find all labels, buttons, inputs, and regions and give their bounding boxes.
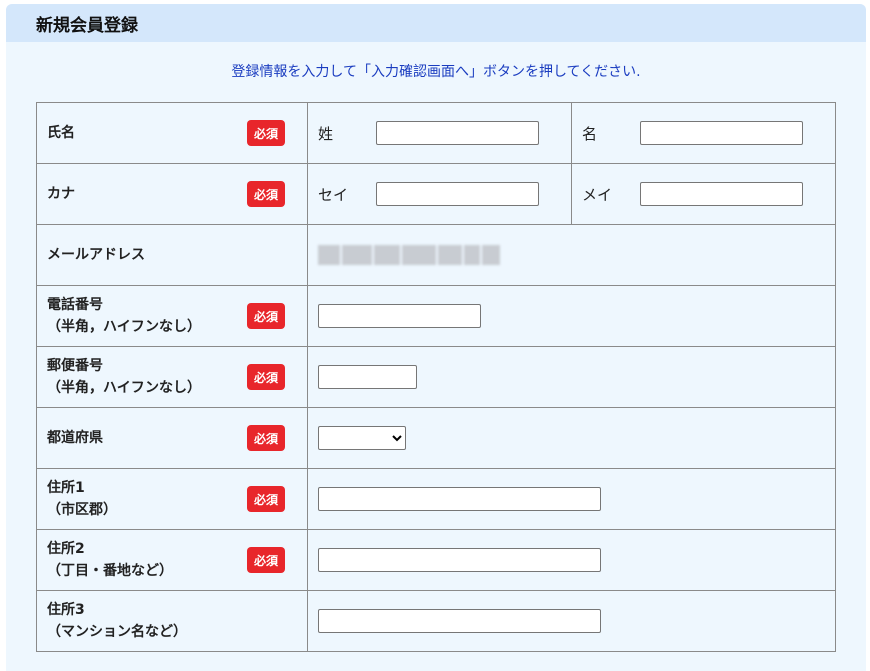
last-name-kana-input[interactable] — [376, 182, 539, 206]
required-badge: 必須 — [247, 364, 285, 390]
phone-input[interactable] — [318, 304, 481, 328]
page-title: 新規会員登録 — [6, 4, 866, 42]
registration-form: 氏名 必須 姓 名 カナ 必須 セイ メイ メールアドレス 電話番号 （半角，ハ… — [36, 102, 836, 652]
required-badge: 必須 — [247, 425, 285, 451]
first-name-input[interactable] — [640, 121, 803, 145]
first-name-kana-label: メイ — [582, 185, 613, 204]
instruction-text: 登録情報を入力して「入力確認画面へ」ボタンを押してください. — [231, 64, 641, 80]
address2-input[interactable] — [318, 548, 601, 572]
form-row-email: メールアドレス — [36, 224, 836, 286]
first-name-kana-input[interactable] — [640, 182, 803, 206]
required-badge: 必須 — [247, 547, 285, 573]
address1-input[interactable] — [318, 487, 601, 511]
email-value-redacted — [318, 245, 825, 265]
registration-panel: 新規会員登録 登録情報を入力して「入力確認画面へ」ボタンを押してください. 氏名… — [6, 4, 866, 671]
last-name-input[interactable] — [376, 121, 539, 145]
form-row-address1: 住所1 （市区郡） 必須 — [36, 468, 836, 530]
required-badge: 必須 — [247, 303, 285, 329]
form-row-prefecture: 都道府県 必須 — [36, 407, 836, 469]
form-row-kana: カナ 必須 セイ メイ — [36, 163, 836, 225]
field-label-address3: 住所3 （マンション名など） — [47, 602, 187, 640]
first-name-label: 名 — [582, 124, 598, 143]
field-label-prefecture: 都道府県 — [47, 430, 103, 446]
field-label-email: メールアドレス — [47, 247, 145, 263]
field-label-address1: 住所1 （市区郡） — [47, 480, 117, 518]
form-row-phone: 電話番号 （半角，ハイフンなし） 必須 — [36, 285, 836, 347]
field-label-kana: カナ — [47, 186, 75, 202]
form-row-zip: 郵便番号 （半角，ハイフンなし） 必須 — [36, 346, 836, 408]
last-name-kana-label: セイ — [318, 185, 349, 204]
prefecture-select[interactable] — [318, 426, 406, 450]
field-label-phone: 電話番号 （半角，ハイフンなし） — [47, 297, 201, 335]
form-row-address2: 住所2 （丁目・番地など） 必須 — [36, 529, 836, 591]
field-label-name: 氏名 — [47, 125, 75, 141]
zip-input[interactable] — [318, 365, 417, 389]
address3-input[interactable] — [318, 609, 601, 633]
required-badge: 必須 — [247, 181, 285, 207]
last-name-label: 姓 — [318, 124, 334, 143]
required-badge: 必須 — [247, 120, 285, 146]
form-row-address3: 住所3 （マンション名など） — [36, 590, 836, 652]
form-row-name: 氏名 必須 姓 名 — [36, 102, 836, 164]
field-label-address2: 住所2 （丁目・番地など） — [47, 541, 173, 579]
required-badge: 必須 — [247, 486, 285, 512]
field-label-zip: 郵便番号 （半角，ハイフンなし） — [47, 358, 201, 396]
